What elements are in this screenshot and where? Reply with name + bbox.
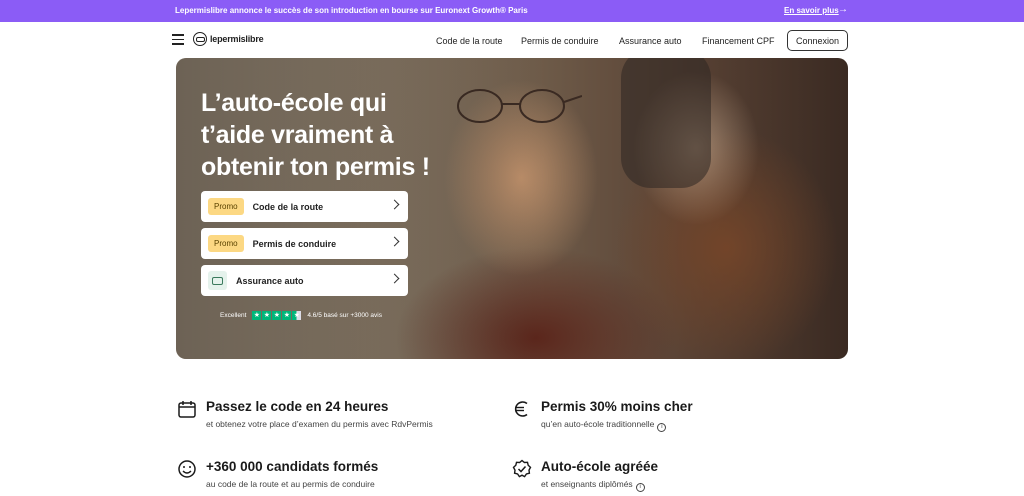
top-nav: lepermislibre Code de la route Permis de… xyxy=(0,22,1024,58)
logo[interactable]: lepermislibre xyxy=(193,32,264,46)
star-icon: ★ xyxy=(272,311,282,320)
cta-code-de-la-route[interactable]: Promo Code de la route xyxy=(201,191,408,222)
badge-check-icon xyxy=(512,459,532,478)
nav-link-code[interactable]: Code de la route xyxy=(436,36,503,46)
feature-price: Permis 30% moins cher qu’en auto-école t… xyxy=(512,399,812,439)
cta-permis-de-conduire[interactable]: Promo Permis de conduire xyxy=(201,228,408,259)
cta-label: Assurance auto xyxy=(236,275,304,286)
nav-link-permis[interactable]: Permis de conduire xyxy=(521,36,599,46)
cta-label: Permis de conduire xyxy=(252,238,337,249)
logo-text: lepermislibre xyxy=(210,34,264,44)
rating-text: 4.6/5 basé sur +3000 avis xyxy=(307,312,382,319)
hero-banner: L’auto-école qui t’aide vraiment à obten… xyxy=(176,58,848,359)
feature-title: +360 000 candidats formés xyxy=(206,459,379,474)
feature-subtitle-text: qu’en auto-école traditionnelle xyxy=(541,419,655,429)
nav-link-cpf[interactable]: Financement CPF xyxy=(702,36,775,46)
star-half-icon: ★ xyxy=(292,311,302,320)
promo-badge: Promo xyxy=(208,235,244,252)
feature-subtitle-text: et enseignants diplômés xyxy=(541,479,633,489)
star-icon: ★ xyxy=(282,311,292,320)
feature-title: Permis 30% moins cher xyxy=(541,399,693,414)
car-icon xyxy=(208,271,227,290)
login-button[interactable]: Connexion xyxy=(787,30,848,51)
rating-stars: ★ ★ ★ ★ ★ xyxy=(252,311,302,320)
feature-title: Auto-école agréée xyxy=(541,459,659,474)
chevron-right-icon xyxy=(389,236,400,247)
feature-subtitle: et enseignants diplômés i xyxy=(541,479,645,492)
chevron-right-icon xyxy=(389,199,400,210)
hero-title-line: t’aide vraiment à xyxy=(201,121,394,149)
arrow-right-icon[interactable]: → xyxy=(838,4,848,15)
logo-car-icon xyxy=(193,32,207,46)
hero-title-line: obtenir ton permis ! xyxy=(201,153,430,181)
star-icon: ★ xyxy=(252,311,262,320)
feature-code-24h: Passez le code en 24 heures et obtenez v… xyxy=(177,399,477,439)
rating-label: Excellent xyxy=(220,312,247,319)
announcement-bar: Lepermislibre annonce le succès de son i… xyxy=(0,0,1024,22)
hamburger-menu-icon[interactable] xyxy=(172,34,184,45)
smiley-icon xyxy=(178,460,196,478)
cta-label: Code de la route xyxy=(252,201,324,212)
feature-subtitle: au code de la route et au permis de cond… xyxy=(206,479,375,489)
learn-more-link[interactable]: En savoir plus xyxy=(784,6,839,15)
star-icon: ★ xyxy=(262,311,272,320)
announcement-message: Lepermislibre annonce le succès de son i… xyxy=(175,6,528,15)
nav-link-assurance[interactable]: Assurance auto xyxy=(619,36,682,46)
feature-subtitle: et obtenez votre place d’examen du permi… xyxy=(206,419,433,429)
hero-title-line: L’auto-école qui xyxy=(201,89,387,117)
info-icon[interactable]: i xyxy=(635,483,645,492)
feature-accredited: Auto-école agréée et enseignants diplômé… xyxy=(512,459,812,496)
info-icon[interactable]: i xyxy=(657,423,667,432)
promo-badge: Promo xyxy=(208,198,244,215)
calendar-icon xyxy=(178,401,196,418)
chevron-right-icon xyxy=(389,273,400,284)
feature-candidates: +360 000 candidats formés au code de la … xyxy=(177,459,477,496)
euro-icon xyxy=(514,401,528,417)
trustpilot-rating[interactable]: Excellent ★ ★ ★ ★ ★ 4.6/5 basé sur +3000… xyxy=(220,311,382,320)
feature-subtitle: qu’en auto-école traditionnelle i xyxy=(541,419,667,432)
feature-title: Passez le code en 24 heures xyxy=(206,399,389,414)
cta-assurance-auto[interactable]: Assurance auto xyxy=(201,265,408,296)
hero-title: L’auto-école qui t’aide vraiment à obten… xyxy=(201,87,481,183)
